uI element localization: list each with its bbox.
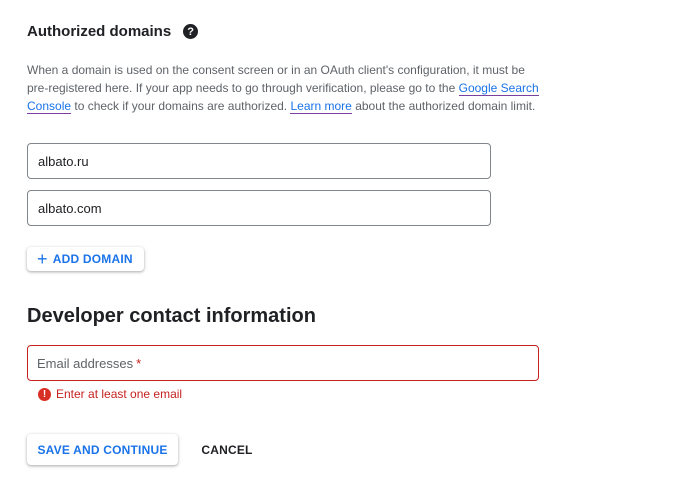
description-text-3: about the authorized domain limit. — [351, 99, 536, 113]
developer-contact-title: Developer contact information — [27, 305, 316, 327]
error-icon: ! — [38, 387, 51, 401]
description-text-2: to check if your domains are authorized. — [71, 99, 291, 113]
email-error-message: ! Enter at least one email — [38, 387, 182, 401]
plus-icon: + — [37, 249, 48, 269]
domain-field-2[interactable]: albato.com — [27, 190, 491, 226]
add-domain-label: ADD DOMAIN — [52, 252, 133, 266]
domain-value: albato.ru — [38, 153, 89, 169]
domain-field-1[interactable]: albato.ru — [27, 143, 491, 179]
email-placeholder: Email addresses — [37, 355, 134, 371]
save-and-continue-button[interactable]: SAVE AND CONTINUE — [27, 434, 178, 465]
learn-more-link[interactable]: Learn more — [290, 99, 352, 114]
cancel-button[interactable]: CANCEL — [194, 434, 260, 465]
email-addresses-field[interactable]: Email addresses * — [27, 345, 539, 381]
error-text: Enter at least one email — [56, 387, 183, 401]
required-mark: * — [136, 355, 142, 371]
authorized-domains-title: Authorized domains — [27, 23, 172, 40]
authorized-domains-description: When a domain is used on the consent scr… — [27, 61, 542, 115]
domain-value: albato.com — [38, 200, 102, 216]
help-icon[interactable]: ? — [183, 24, 199, 39]
authorized-domains-header: Authorized domains ? — [27, 23, 199, 40]
add-domain-button[interactable]: + ADD DOMAIN — [27, 247, 144, 271]
description-text-1: When a domain is used on the consent scr… — [27, 63, 525, 95]
